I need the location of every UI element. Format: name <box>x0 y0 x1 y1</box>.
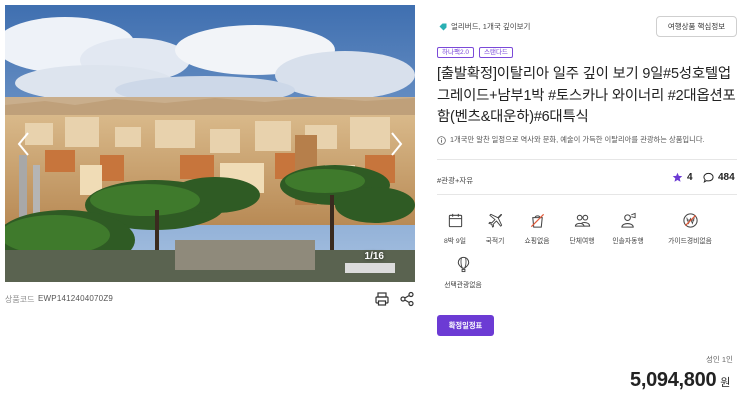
printer-icon <box>375 292 389 306</box>
rome-cityscape-image <box>5 5 415 282</box>
feature-no-shopping: 쇼핑없음 <box>514 212 560 245</box>
badge-standard: 스탠다드 <box>478 47 513 58</box>
print-button[interactable] <box>374 291 390 307</box>
chevron-left-icon <box>17 132 29 156</box>
calendar-icon <box>448 213 462 228</box>
price-amount: 5,094,800 <box>630 369 717 391</box>
rating-value: 4 <box>687 172 693 183</box>
group-icon <box>574 214 590 227</box>
share-button[interactable] <box>399 291 415 307</box>
confirmed-schedule-button[interactable]: 확정일정표 <box>437 315 494 336</box>
badge-hanapack: 하나팩2.0 <box>437 47 474 58</box>
star-icon <box>672 172 683 182</box>
comment-icon <box>703 172 714 183</box>
product-code-row: 상품코드 EWP1412404070Z9 <box>5 291 415 307</box>
balloon-icon <box>457 256 469 273</box>
product-code-value: EWP1412404070Z9 <box>38 294 114 303</box>
category-text: 얼리버드, 1개국 깊이보기 <box>451 22 531 31</box>
price-label: 성인 1인 <box>706 355 733 364</box>
divider <box>437 159 737 160</box>
no-guide-fee-icon <box>682 213 698 228</box>
feature-group-tour: 단체여행 <box>559 212 605 245</box>
product-title: [출발확정]이탈리아 일주 깊이 보기 9일#5성호텔업그레이드+남부1박 #토… <box>437 66 736 125</box>
info-icon <box>437 135 446 145</box>
price: 5,094,800 원 <box>630 369 730 392</box>
feature-no-optional-tour: 선택관광없음 <box>440 256 486 289</box>
description-text: 1개국만 알찬 일정으로 역사와 문화, 예술이 가득한 이탈리아를 관광하는 … <box>450 135 705 144</box>
product-key-info-button[interactable]: 여행상품 핵심정보 <box>656 16 737 37</box>
product-hashtag: #관광+자유 <box>437 176 474 185</box>
airplane-icon <box>487 213 502 228</box>
tag-icon <box>439 23 447 30</box>
gallery-prev-button[interactable] <box>13 129 35 159</box>
feature-tour-leader: 인솔자동행 <box>605 212 651 245</box>
feature-national-carrier: 국적기 <box>472 212 518 245</box>
product-badges: 하나팩2.0 스탠다드 <box>437 47 513 58</box>
product-comments[interactable]: 484 <box>703 172 735 183</box>
gallery-counter: 1/16 <box>364 251 384 262</box>
product-rating[interactable]: 4 <box>672 172 693 183</box>
guide-icon <box>620 212 636 228</box>
product-image-gallery[interactable]: 1/16 <box>5 5 415 282</box>
chevron-right-icon <box>391 132 403 156</box>
gallery-next-button[interactable] <box>385 129 407 159</box>
divider <box>437 194 737 195</box>
product-description: 1개국만 알찬 일정으로 역사와 문화, 예술이 가득한 이탈리아를 관광하는 … <box>437 135 705 145</box>
feature-no-guide-fee: 가이드경비없음 <box>665 212 715 245</box>
share-icon <box>400 291 414 307</box>
price-unit: 원 <box>720 377 731 389</box>
product-code-label: 상품코드 <box>5 295 35 304</box>
product-category: 얼리버드, 1개국 깊이보기 <box>439 21 530 32</box>
no-shopping-icon <box>530 213 544 228</box>
comments-count: 484 <box>718 172 735 183</box>
